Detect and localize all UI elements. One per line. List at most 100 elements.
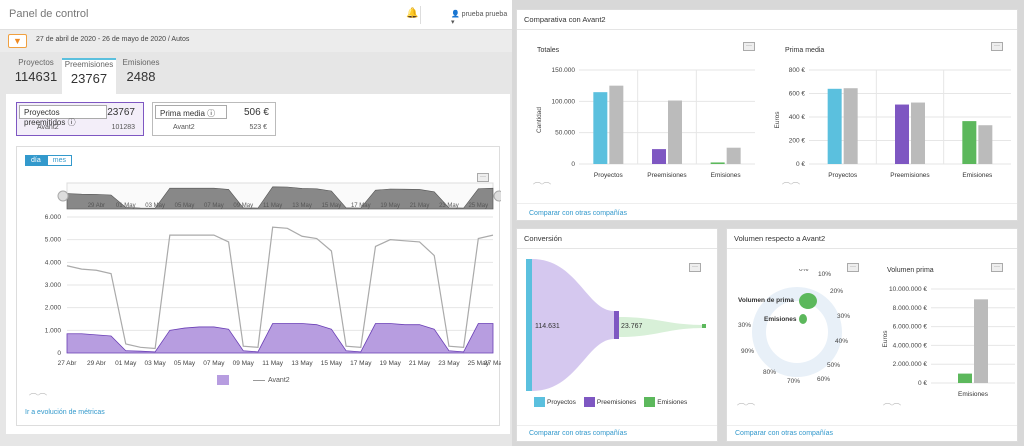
x-tick-label: 19 May — [380, 360, 402, 367]
navigator-tick-label: 25 May — [468, 203, 488, 209]
legend-label: Emisiones — [657, 398, 688, 406]
navigator-tick-label: 05 May — [175, 203, 195, 209]
user-menu[interactable]: 👤 prueba prueba ▾ — [451, 10, 512, 26]
card-footer: Comparar con otras compañías — [727, 425, 1017, 437]
conv-value-1: 114.631 — [535, 323, 560, 330]
radial-pct-label: 0% — [799, 269, 809, 273]
navigator-tick-label: 17 May — [351, 203, 371, 209]
x-tick-label: 15 May — [321, 360, 343, 367]
card-footer: Comparar con otras compañías — [517, 425, 717, 437]
conv-value-2: 23.767 — [621, 323, 643, 330]
chart-title-volumen: Volumen prima — [887, 267, 934, 274]
help-icon[interactable]: ⓘ — [207, 109, 215, 118]
y-tick-label: 6.000.000 € — [893, 324, 928, 331]
prima-media-chart: 0 € 200 € 400 € 600 € 800 € Euros Proyectos Pre… — [774, 67, 1011, 179]
navigator-tick-label: 15 May — [322, 203, 342, 209]
y-tick-label: 0 — [571, 161, 575, 168]
kpi-prima-media[interactable]: Prima media ⓘ 506 € Avant2 523 € — [152, 102, 276, 136]
navigator-tick-label: 09 May — [233, 203, 253, 209]
bar-preemisiones — [895, 104, 909, 164]
y-tick-label: 400 € — [789, 114, 806, 121]
user-name: prueba prueba — [461, 11, 508, 18]
kpi-label-text: Prima media — [160, 109, 205, 118]
top-bar: Panel de control 🔔 👤 prueba prueba ▾ — [0, 0, 512, 30]
bell-icon[interactable]: 🔔 — [406, 8, 418, 19]
toggle-month[interactable]: mes — [46, 155, 72, 166]
options-menu-button[interactable]: ··· — [991, 42, 1003, 51]
kpi-sub-label: Avant2 — [173, 124, 195, 131]
bar-avant2-emisiones — [726, 147, 741, 164]
bar-avant2-proyectos — [843, 88, 858, 164]
radial-pct-label: 40% — [835, 338, 848, 345]
kpi-proyectos-preemitidos[interactable]: Proyectos preemitidos ⓘ 23767 Avant2 101… — [16, 102, 144, 136]
y-tick-label: 1.000 — [45, 327, 62, 334]
radial-pct-label: 90% — [741, 348, 754, 355]
chart-watermark-icon: ⌒⌒ — [29, 393, 48, 403]
help-icon[interactable]: ⓘ — [68, 118, 76, 127]
tab-label: Proyectos — [18, 58, 54, 67]
y-tick-label: 200 € — [789, 138, 806, 145]
kpi-sub-value: 523 € — [249, 124, 267, 131]
x-tick-label: 07 May — [203, 360, 225, 367]
chart-watermark-icon: ⌒⌒ — [737, 403, 756, 413]
tab-label: Emisiones — [122, 58, 160, 67]
navigator-tick-label: 23 May — [439, 203, 459, 209]
tab-emisiones[interactable]: Emisiones 2488 — [118, 58, 164, 94]
x-category-label: Emisiones — [958, 391, 989, 398]
evolution-chart-card: día mes ··· 29 Abr 01 May 03 May 05 May 07 M… — [16, 146, 501, 426]
y-tick-label: 2.000.000 € — [893, 361, 928, 368]
navigator-tick-label: 29 Abr — [88, 203, 105, 209]
evolution-chart: 29 Abr 01 May 03 May 05 May 07 May 09 May 11 M… — [45, 182, 501, 367]
tab-proyectos[interactable]: Proyectos 114631 — [10, 58, 62, 94]
page-title: Panel de control — [9, 8, 89, 20]
conversion-funnel: 114.631 23.767 — [526, 259, 706, 391]
bar-emisiones — [958, 373, 972, 383]
chart-legend: Avant2 — [217, 375, 290, 385]
navigator-tick-label: 03 May — [145, 203, 165, 209]
tab-value: 23767 — [70, 71, 108, 86]
y-tick-label: 4.000.000 € — [893, 342, 928, 349]
navigator-handle-left — [57, 190, 69, 202]
navigator-tick-label: 19 May — [380, 203, 400, 209]
totales-chart: 0 50.000 100.000 150.000 Cantidad Proyectos Pr… — [536, 67, 755, 179]
x-tick-label: 09 May — [233, 360, 255, 367]
x-tick-label: 03 May — [144, 360, 166, 367]
divider — [420, 6, 421, 24]
compare-link[interactable]: Comparar con otras compañías — [529, 210, 627, 217]
legend-item: Emisiones — [644, 397, 687, 407]
radial-pct-label: 60% — [817, 376, 830, 383]
x-tick-label: 29 Abr — [87, 360, 107, 367]
tab-preemisiones[interactable]: Preemisiones 23767 — [62, 58, 116, 94]
bar-avant2-emisiones — [978, 125, 993, 164]
x-category-label: Preemisiones — [647, 172, 687, 179]
toggle-day[interactable]: día — [25, 155, 47, 166]
chart-watermark-icon: ⌒⌒ — [782, 182, 801, 192]
navigator-tick-label: 07 May — [204, 203, 224, 209]
bar-avant2-preemisiones — [911, 102, 925, 164]
filter-button[interactable]: ▼ — [8, 34, 27, 48]
kpi-value: 23767 — [107, 107, 135, 118]
tab-value: 2488 — [126, 69, 156, 84]
radial-pct-label: 80% — [763, 369, 776, 376]
bar-preemisiones — [652, 149, 666, 164]
radial-pct-label: 70% — [787, 378, 800, 385]
options-menu-button[interactable]: ··· — [743, 42, 755, 51]
metrics-evolution-link[interactable]: Ir a evolución de métricas — [25, 409, 105, 416]
kpi-sub-label: Avant2 — [37, 124, 59, 131]
x-tick-label: 21 May — [409, 360, 431, 367]
y-tick-label: 2.000 — [45, 305, 62, 312]
bar-proyectos — [593, 92, 608, 164]
x-category-label: Emisiones — [711, 172, 742, 179]
x-tick-label: 05 May — [174, 360, 196, 367]
chart-title-prima: Prima media — [785, 47, 825, 54]
legend-label: Preemisiones — [596, 398, 637, 406]
navigator-handle-right — [493, 190, 501, 202]
y-axis-label: Cantidad — [536, 107, 543, 133]
options-menu-button[interactable]: ··· — [991, 263, 1003, 272]
compare-link[interactable]: Comparar con otras compañías — [735, 430, 833, 437]
x-category-label: Emisiones — [962, 172, 993, 179]
x-tick-label: 27 Abr — [58, 360, 78, 367]
compare-link[interactable]: Comparar con otras compañías — [529, 430, 627, 437]
filter-text: 27 de abril de 2020 - 26 de mayo de 2020… — [36, 36, 190, 43]
card-title: Conversión — [517, 229, 717, 249]
